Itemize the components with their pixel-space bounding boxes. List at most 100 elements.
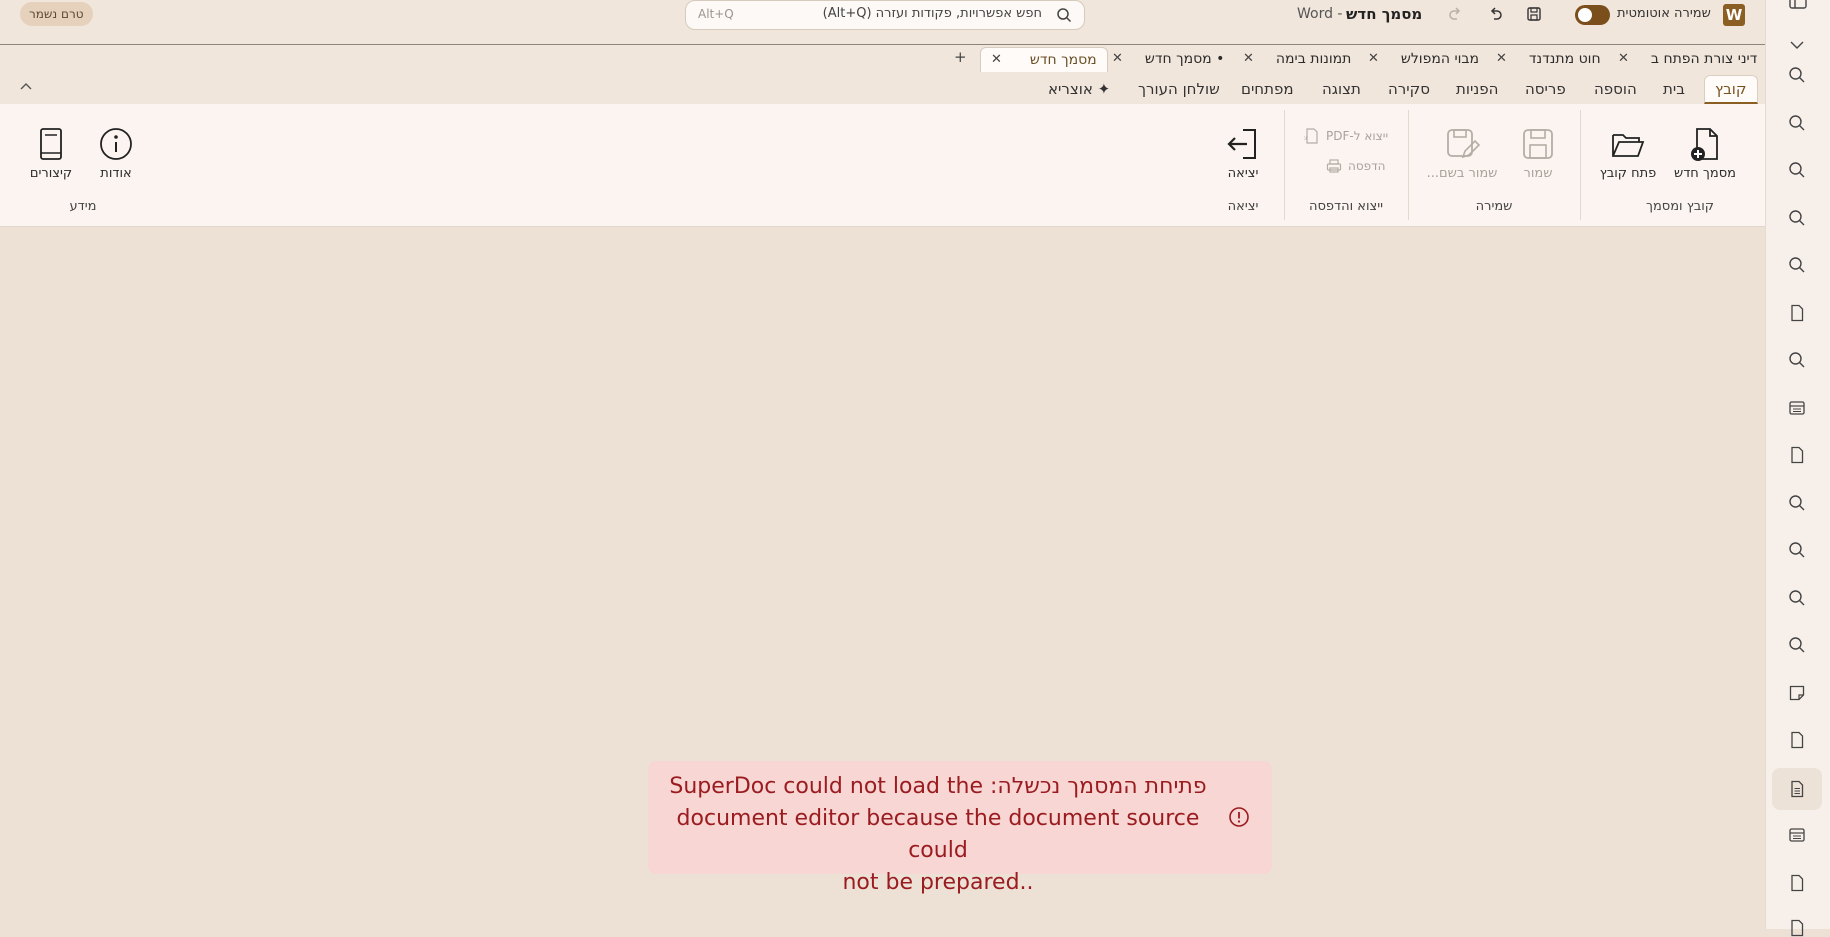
add-tab-button[interactable]: +: [954, 48, 967, 66]
tab-label: תמונות בימה: [1275, 51, 1352, 67]
search-icon[interactable]: [1788, 161, 1806, 179]
error-message-line: document editor because the document sou…: [676, 806, 1200, 863]
open-file-button[interactable]: פתח קובץ: [1598, 126, 1658, 181]
shortcuts-button[interactable]: קיצורים: [21, 126, 81, 181]
tab-editor-desk[interactable]: שולחן העורך: [1138, 76, 1220, 102]
autosave-toggle[interactable]: [1575, 5, 1610, 25]
tab-label: חוט מתנדנד: [1528, 51, 1601, 67]
error-message-line: פתיחת המסמך נכשלה: SuperDoc could not lo…: [669, 774, 1207, 799]
tab-document[interactable]: דיני צורת הפתח ב ✕: [1618, 47, 1757, 71]
tab-developers[interactable]: מפתחים: [1241, 76, 1294, 102]
file-icon[interactable]: [1788, 919, 1806, 937]
close-icon[interactable]: ✕: [1618, 47, 1629, 71]
search-icon[interactable]: [1788, 66, 1806, 84]
group-label-file: קובץ ומסמך: [1645, 199, 1715, 214]
save-as-button[interactable]: שמור בשם...: [1424, 126, 1500, 181]
group-divider: [1580, 110, 1581, 220]
unsaved-badge: טרם נשמר: [20, 2, 93, 26]
tab-view[interactable]: תצוגה: [1322, 76, 1361, 102]
file-icon[interactable]: [1788, 731, 1806, 749]
new-document-button[interactable]: מסמך חדש: [1674, 126, 1736, 181]
right-sidebar: [1765, 0, 1830, 937]
save-label: שמור: [1523, 166, 1553, 181]
error-toast: פתיחת המסמך נכשלה: SuperDoc could not lo…: [648, 761, 1272, 895]
search-icon[interactable]: [1788, 589, 1806, 607]
file-icon[interactable]: [1788, 874, 1806, 892]
group-label-export: ייצוא והדפסה: [1308, 199, 1384, 214]
tab-label: • מסמך חדש: [1144, 51, 1225, 67]
tab-active-document[interactable]: מסמך חדש ✕: [980, 47, 1108, 72]
tab-document[interactable]: מבוי המפולש ✕: [1368, 47, 1479, 71]
tab-references[interactable]: הפניות: [1456, 76, 1498, 102]
sticky-note-icon[interactable]: [1788, 684, 1806, 702]
calendar-icon[interactable]: [1788, 399, 1806, 417]
search-icon[interactable]: [1788, 256, 1806, 274]
group-divider: [1408, 110, 1409, 220]
close-icon[interactable]: ✕: [1243, 47, 1254, 71]
title-bar: טרם נשמר Alt+Q חפש אפשרויות, פקודות ועזר…: [0, 0, 1765, 45]
save-icon[interactable]: [1526, 6, 1542, 22]
alert-circle-icon: [1228, 806, 1250, 828]
search-placeholder: חפש אפשרויות, פקודות ועזרה (Alt+Q): [822, 6, 1042, 21]
tab-file[interactable]: קובץ: [1704, 75, 1758, 104]
app-name: Word -: [1297, 6, 1343, 22]
tab-document[interactable]: חוט מתנדנד ✕: [1496, 47, 1601, 71]
tab-review[interactable]: סקירה: [1388, 76, 1430, 102]
tab-document[interactable]: • מסמך חדש ✕: [1112, 47, 1224, 71]
save-button[interactable]: שמור: [1508, 126, 1568, 181]
document-text-icon: [1788, 780, 1806, 798]
print-button[interactable]: הדפסה: [1326, 158, 1386, 174]
about-button[interactable]: אודות: [86, 126, 146, 181]
tab-layout[interactable]: פריסה: [1525, 76, 1566, 102]
file-icon[interactable]: [1788, 446, 1806, 464]
tab-document[interactable]: תמונות בימה ✕: [1243, 47, 1351, 71]
close-icon[interactable]: ✕: [1368, 47, 1379, 71]
tab-label: דיני צורת הפתח ב: [1650, 51, 1758, 67]
shortcuts-label: קיצורים: [29, 166, 73, 181]
tab-home[interactable]: בית: [1663, 76, 1685, 102]
search-icon[interactable]: [1788, 209, 1806, 227]
tab-label: מסמך חדש: [1029, 52, 1097, 68]
open-file-label: פתח קובץ: [1599, 166, 1657, 181]
collapse-ribbon-icon[interactable]: [19, 79, 33, 93]
svg-text:PDF: PDF: [1304, 136, 1309, 141]
search-shortcut: Alt+Q: [698, 7, 734, 21]
autosave-label: שמירה אוטומטית: [1617, 6, 1711, 21]
tab-otzaria[interactable]: ✦ אוצריא: [1048, 76, 1110, 102]
export-pdf-label: ייצוא ל-PDF: [1326, 129, 1389, 143]
sidebar-item-active[interactable]: [1772, 768, 1822, 810]
close-icon[interactable]: ✕: [991, 48, 1002, 72]
redo-icon[interactable]: [1448, 6, 1464, 22]
exit-button[interactable]: יציאה: [1213, 126, 1273, 181]
chevron-down-icon[interactable]: [1788, 36, 1806, 54]
group-label-exit: יציאה: [1227, 199, 1259, 214]
close-icon[interactable]: ✕: [1496, 47, 1507, 71]
save-icon: [1520, 126, 1556, 162]
close-icon[interactable]: ✕: [1112, 47, 1123, 71]
folder-open-icon: [1610, 126, 1646, 162]
search-icon[interactable]: [1788, 541, 1806, 559]
app-logo: W: [1723, 4, 1745, 26]
search-icon: [1056, 7, 1072, 23]
search-box[interactable]: Alt+Q חפש אפשרויות, פקודות ועזרה (Alt+Q): [685, 0, 1085, 30]
about-label: אודות: [100, 166, 132, 181]
info-icon: [98, 126, 134, 162]
search-icon[interactable]: [1788, 636, 1806, 654]
new-document-icon: [1688, 126, 1724, 162]
search-icon[interactable]: [1788, 494, 1806, 512]
save-as-label: שמור בשם...: [1426, 166, 1498, 181]
ribbon: מסמך חדש פתח קובץ קובץ ומסמך שמור שמור ב…: [0, 104, 1765, 227]
ribbon-tab-bar: ✦ אוצריא שולחן העורך מפתחים תצוגה סקירה …: [0, 73, 1765, 104]
export-pdf-button[interactable]: ייצוא ל-PDF PDF: [1304, 128, 1388, 144]
document-title: מסמך חדש: [1346, 5, 1423, 23]
save-as-icon: [1444, 126, 1480, 162]
panel-icon[interactable]: [1788, 0, 1808, 12]
tab-label: מבוי המפולש: [1400, 51, 1479, 67]
file-icon[interactable]: [1788, 304, 1806, 322]
search-icon[interactable]: [1788, 351, 1806, 369]
tab-insert[interactable]: הוספה: [1594, 76, 1637, 102]
search-icon[interactable]: [1788, 114, 1806, 132]
undo-icon[interactable]: [1487, 6, 1503, 22]
calendar-icon[interactable]: [1788, 826, 1806, 844]
exit-label: יציאה: [1227, 166, 1259, 181]
